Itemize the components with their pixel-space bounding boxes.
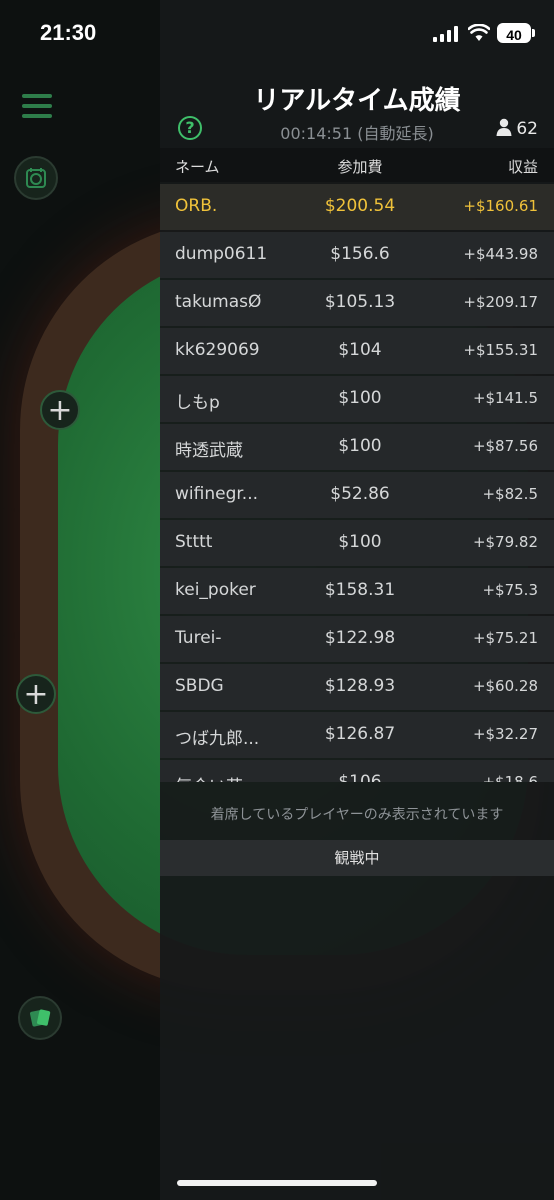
- entry-fee: $128.93: [324, 676, 396, 696]
- entry-fee: $158.31: [324, 580, 396, 600]
- player-count-value: 62: [516, 119, 538, 139]
- entry-fee: $156.6: [330, 244, 390, 264]
- player-name: しもp: [175, 393, 220, 413]
- home-indicator: [177, 1180, 377, 1186]
- table-row[interactable]: kk629069 $104 +$155.31: [160, 328, 554, 374]
- player-name: dump0611: [175, 244, 268, 264]
- entry-fee: $126.87: [324, 724, 396, 744]
- profit-value: +$87.56: [472, 437, 538, 455]
- player-count: 62: [496, 118, 538, 139]
- table-row[interactable]: SBDG $128.93 +$60.28: [160, 664, 554, 710]
- player-name: wifinegr...: [175, 484, 258, 504]
- player-name: Stttt: [175, 532, 213, 552]
- history-icon: [26, 168, 46, 188]
- profit-value: +$79.82: [472, 533, 538, 551]
- column-header-name: ネーム: [175, 158, 220, 176]
- profit-value: +$82.5: [482, 485, 538, 503]
- status-time: 21:30: [40, 20, 97, 45]
- person-icon: [496, 118, 512, 136]
- entry-fee: $100: [338, 532, 382, 552]
- profit-value: +$32.27: [472, 725, 538, 743]
- table-row[interactable]: kei_poker $158.31 +$75.3: [160, 568, 554, 614]
- watching-button[interactable]: 観戦中: [160, 840, 554, 876]
- cellular-signal-icon: [433, 26, 458, 42]
- player-name: takumasØ: [175, 292, 262, 312]
- table-row[interactable]: wifinegr... $52.86 +$82.5: [160, 472, 554, 518]
- cards-button[interactable]: [18, 996, 62, 1040]
- player-name: 気合い花: [175, 772, 243, 782]
- table-row[interactable]: 時透武蔵 $100 +$87.56: [160, 424, 554, 470]
- menu-icon[interactable]: [22, 94, 52, 122]
- table-row[interactable]: つば九郎... $126.87 +$32.27: [160, 712, 554, 758]
- profit-value: +$443.98: [463, 245, 538, 263]
- column-header-profit: 収益: [507, 158, 538, 176]
- entry-fee: $104: [338, 340, 382, 360]
- entry-fee: $100: [338, 436, 382, 456]
- profit-value: +$75.3: [482, 581, 538, 599]
- profit-value: +$60.28: [472, 677, 538, 695]
- entry-fee: $122.98: [324, 628, 396, 648]
- profit-value: +$160.61: [463, 197, 538, 215]
- player-name: kk629069: [175, 340, 260, 360]
- profit-value: +$141.5: [472, 389, 538, 407]
- table-row[interactable]: ORB. $200.54 +$160.61: [160, 184, 554, 230]
- entry-fee: $200.54: [324, 196, 396, 216]
- results-list[interactable]: ORB. $200.54 +$160.61 dump0611 $156.6 +$443.9…: [160, 184, 554, 782]
- battery-icon: 40: [497, 23, 531, 43]
- status-bar: 21:30 40: [0, 0, 554, 70]
- seated-only-note: 着席しているプレイヤーのみ表示されています: [210, 807, 504, 823]
- empty-seat-plus-icon[interactable]: +: [40, 390, 80, 430]
- panel-title: リアルタイム成績: [253, 86, 461, 116]
- table-row[interactable]: しもp $100 +$141.5: [160, 376, 554, 422]
- wifi-icon: [468, 24, 490, 41]
- table-row[interactable]: dump0611 $156.6 +$443.98: [160, 232, 554, 278]
- profit-value: +$209.17: [463, 293, 538, 311]
- entry-fee: $52.86: [330, 484, 390, 504]
- profit-value: +$75.21: [472, 629, 538, 647]
- realtime-results-panel: リアルタイム成績 ? 00:14:51 (自動延長) 62 ネーム 参加費 収益…: [160, 0, 554, 1200]
- cards-icon: [30, 1009, 51, 1027]
- entry-fee: $106: [338, 772, 382, 782]
- entry-fee: $105.13: [324, 292, 396, 312]
- player-name: kei_poker: [175, 580, 256, 600]
- table-row[interactable]: takumasØ $105.13 +$209.17: [160, 280, 554, 326]
- empty-seat-plus-icon[interactable]: +: [16, 674, 56, 714]
- player-name: SBDG: [175, 676, 224, 696]
- player-name: つば九郎...: [175, 729, 260, 749]
- battery-tip: [532, 29, 535, 37]
- player-name: ORB.: [175, 196, 218, 216]
- profit-value: +$18.6: [482, 773, 538, 782]
- table-row[interactable]: 気合い花 $106 +$18.6: [160, 760, 554, 782]
- table-header: ネーム 参加費 収益: [160, 148, 554, 182]
- player-name: Turei-: [175, 628, 222, 648]
- entry-fee: $100: [338, 388, 382, 408]
- table-row[interactable]: Turei- $122.98 +$75.21: [160, 616, 554, 662]
- table-row[interactable]: Stttt $100 +$79.82: [160, 520, 554, 566]
- profit-value: +$155.31: [463, 341, 538, 359]
- history-button[interactable]: [14, 156, 58, 200]
- player-name: 時透武蔵: [175, 441, 243, 461]
- column-header-fee: 参加費: [337, 158, 383, 176]
- session-timer: 00:14:51 (自動延長): [280, 124, 434, 143]
